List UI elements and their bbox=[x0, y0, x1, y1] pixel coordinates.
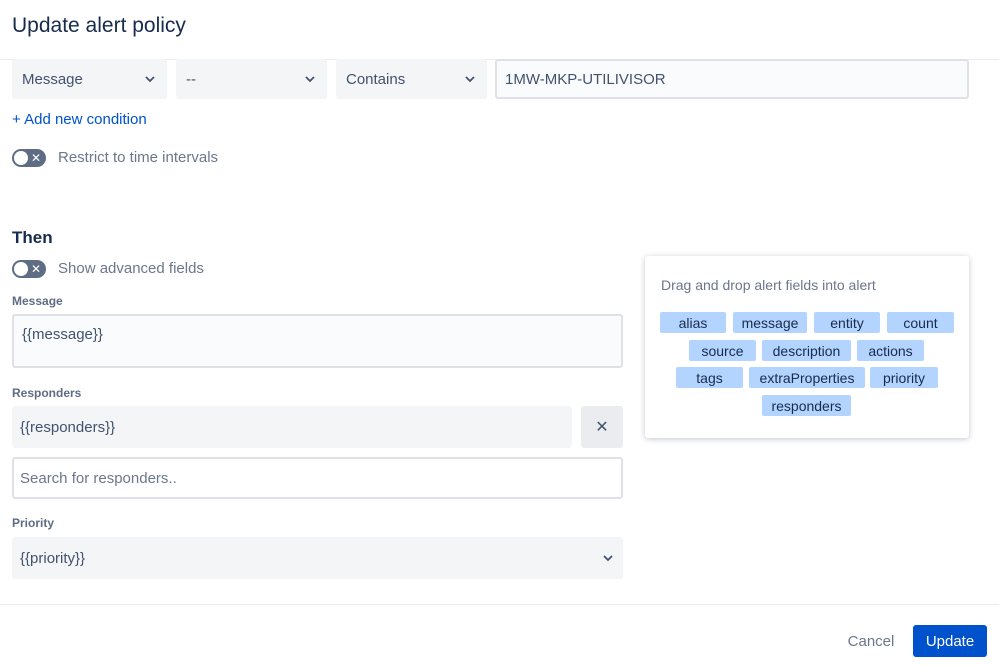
condition-value-text: 1MW-MKP-UTILIVISOR bbox=[505, 70, 666, 88]
field-chip-count[interactable]: count bbox=[887, 312, 954, 333]
condition-field-select[interactable]: Message bbox=[12, 59, 167, 99]
condition-operation-value: Contains bbox=[346, 70, 406, 88]
chevron-down-icon bbox=[465, 76, 475, 83]
priority-label: Priority bbox=[12, 516, 55, 530]
responder-entry: {{responders}} bbox=[12, 406, 572, 448]
field-chip-responders[interactable]: responders bbox=[762, 395, 851, 416]
alert-fields-panel-title: Drag and drop alert fields into alert bbox=[661, 277, 876, 293]
alert-fields-panel: Drag and drop alert fields into alert al… bbox=[645, 256, 969, 438]
chevron-down-icon bbox=[145, 76, 155, 83]
message-input-value: {{message}} bbox=[22, 326, 103, 343]
responders-label: Responders bbox=[12, 386, 82, 400]
field-chip-description[interactable]: description bbox=[762, 340, 851, 361]
field-chip-extraProperties[interactable]: extraProperties bbox=[749, 367, 865, 388]
condition-not-select[interactable]: -- bbox=[176, 59, 327, 99]
field-chip-tags[interactable]: tags bbox=[676, 367, 743, 388]
add-condition-link[interactable]: + Add new condition bbox=[12, 111, 147, 128]
then-heading: Then bbox=[12, 228, 53, 247]
update-button[interactable]: Update bbox=[913, 625, 987, 657]
toggle-knob bbox=[14, 151, 28, 165]
responder-search-input[interactable]: Search for responders.. bbox=[12, 457, 623, 499]
field-chip-alias[interactable]: alias bbox=[660, 312, 726, 333]
cancel-button[interactable]: Cancel bbox=[840, 625, 902, 657]
condition-field-value: Message bbox=[22, 70, 83, 88]
dialog-header: Update alert policy bbox=[0, 0, 999, 60]
close-icon: ✕ bbox=[595, 419, 609, 436]
toggle-x-icon: ✕ bbox=[30, 151, 41, 165]
toggle-knob bbox=[14, 262, 28, 276]
priority-select[interactable]: {{priority}} bbox=[12, 537, 623, 579]
remove-responder-button[interactable]: ✕ bbox=[581, 406, 623, 448]
restrict-time-toggle[interactable]: ✕ bbox=[12, 149, 46, 167]
field-chip-message[interactable]: message bbox=[733, 312, 807, 333]
condition-operation-select[interactable]: Contains bbox=[336, 59, 487, 99]
message-input[interactable]: {{message}} bbox=[12, 314, 623, 368]
message-label: Message bbox=[12, 294, 63, 308]
condition-not-value: -- bbox=[186, 70, 196, 88]
field-chip-entity[interactable]: entity bbox=[814, 312, 880, 333]
field-chip-priority[interactable]: priority bbox=[870, 367, 938, 388]
field-chip-source[interactable]: source bbox=[689, 340, 756, 361]
condition-value-input[interactable]: 1MW-MKP-UTILIVISOR bbox=[495, 59, 969, 99]
field-chip-actions[interactable]: actions bbox=[857, 340, 924, 361]
dialog-title: Update alert policy bbox=[12, 14, 186, 37]
toggle-x-icon: ✕ bbox=[30, 262, 41, 276]
responder-search-placeholder: Search for responders.. bbox=[20, 469, 177, 487]
priority-select-value: {{priority}} bbox=[20, 549, 86, 567]
restrict-time-label: Restrict to time intervals bbox=[58, 149, 219, 166]
responder-entry-value: {{responders}} bbox=[20, 418, 116, 436]
advanced-fields-toggle[interactable]: ✕ bbox=[12, 260, 46, 278]
chevron-down-icon bbox=[305, 76, 315, 83]
advanced-fields-label: Show advanced fields bbox=[58, 260, 204, 277]
chevron-down-icon bbox=[603, 555, 613, 562]
